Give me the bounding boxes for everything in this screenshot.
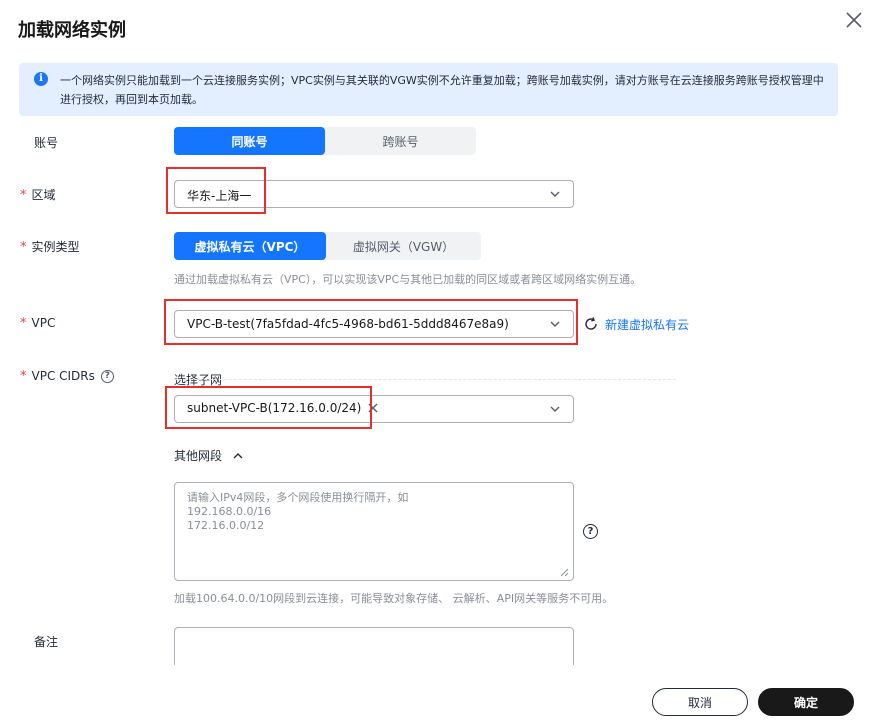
refresh-icon[interactable] [583,316,599,332]
notice-banner: i 一个网络实例只能加载到一个云连接服务实例；VPC实例与其关联的VGW实例不允… [19,63,838,116]
confirm-button[interactable]: 确定 [758,688,854,716]
remark-label: 备注 [34,635,59,649]
instance-type-label: * 实例类型 [20,240,80,255]
instance-type-hint: 通过加载虚拟私有云（VPC），可以实现该VPC与其他已加载的同区域或者跨区域网络… [174,273,642,286]
notice-text: 一个网络实例只能加载到一个云连接服务实例；VPC实例与其关联的VGW实例不允许重… [60,74,824,106]
subnet-divider [174,379,676,380]
vpc-value: VPC-B-test(7fa5fdad-4fc5-4968-bd61-5ddd8… [187,317,509,331]
other-cidrs-toggle[interactable]: 其他网段 [174,447,244,464]
vpc-cidrs-label: * VPC CIDRs? [20,369,114,384]
cancel-button[interactable]: 取消 [652,688,748,716]
instance-type-option-vpc[interactable]: 虚拟私有云（VPC） [174,232,326,260]
subnet-select[interactable]: subnet-VPC-B(172.16.0.0/24) [174,395,574,423]
cidrs-hint: 加载100.64.0.0/10网段到云连接，可能导致对象存储、 云解析、API网… [174,592,614,605]
region-value: 华东-上海一 [187,189,252,203]
info-icon: i [34,72,48,86]
account-option-same[interactable]: 同账号 [174,127,325,155]
account-segmented: 同账号 跨账号 [174,127,476,155]
subnet-tag-label: subnet-VPC-B(172.16.0.0/24) [187,401,362,415]
resize-handle-icon[interactable] [560,568,569,577]
chevron-up-icon [233,452,243,458]
help-icon[interactable]: ? [583,524,598,539]
remove-tag-icon[interactable] [367,402,379,414]
instance-type-segmented: 虚拟私有云（VPC） 虚拟网关（VGW） [174,232,481,260]
subnet-tag: subnet-VPC-B(172.16.0.0/24) [187,401,379,415]
account-label: 账号 [34,136,59,150]
required-mark: * [20,240,27,255]
required-mark: * [20,369,27,384]
instance-type-option-vgw[interactable]: 虚拟网关（VGW） [326,232,481,260]
create-vpc-link[interactable]: 新建虚拟私有云 [605,316,689,333]
help-icon[interactable]: ? [100,370,114,383]
other-cidrs-title: 其他网段 [174,449,223,463]
region-label: * 区域 [20,188,56,203]
chevron-down-icon [550,406,560,412]
required-mark: * [20,316,27,331]
chevron-down-icon [550,191,560,197]
chevron-down-icon [550,321,560,327]
vpc-label: * VPC [20,316,56,331]
dialog-title: 加载网络实例 [18,20,126,41]
close-icon[interactable] [842,8,866,32]
other-cidrs-textarea[interactable] [174,482,574,581]
vpc-select[interactable]: VPC-B-test(7fa5fdad-4fc5-4968-bd61-5ddd8… [174,310,574,338]
account-option-cross[interactable]: 跨账号 [325,127,476,155]
required-mark: * [20,188,27,203]
region-select[interactable]: 华东-上海一 [174,180,574,208]
